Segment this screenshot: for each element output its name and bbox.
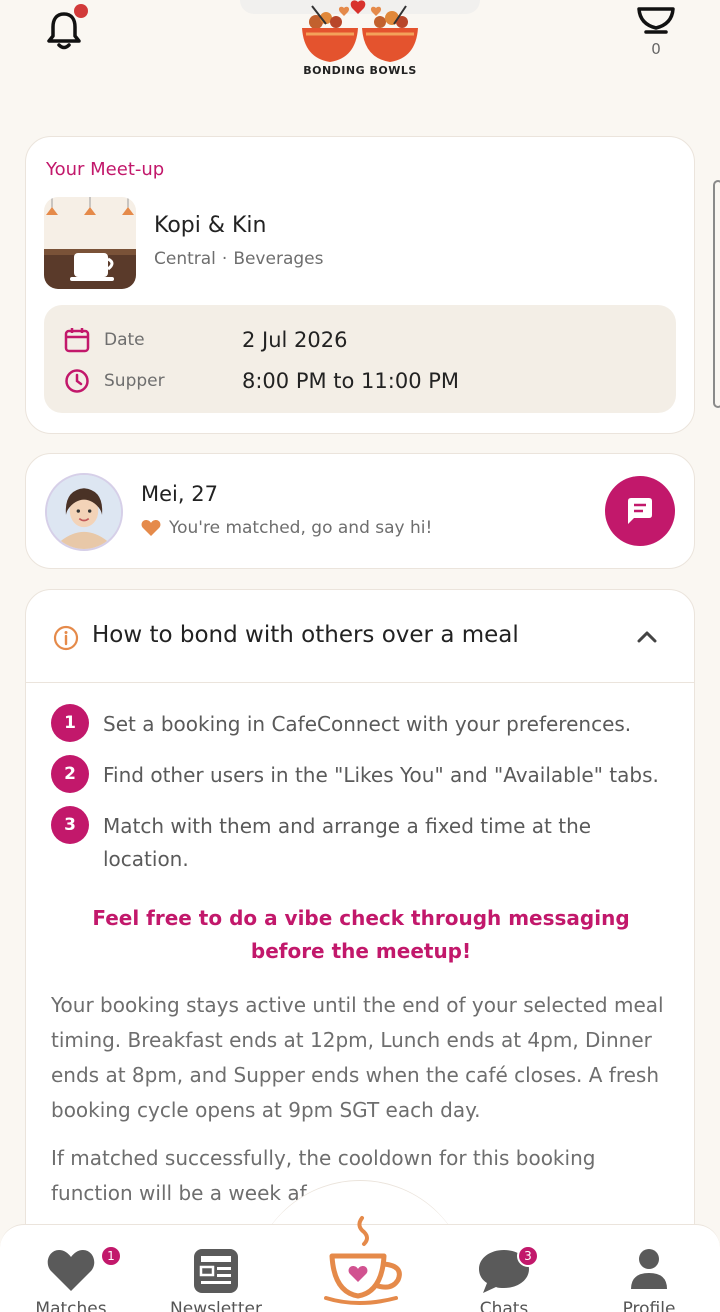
profile-icon [631,1249,667,1289]
nav-newsletter[interactable]: Newsletter [161,1225,271,1312]
app-header: BONDING BOWLS 0 [0,0,720,110]
cafe-meta: Central · Beverages [154,249,323,269]
cafe-image[interactable] [44,197,136,289]
step-number: 1 [51,704,89,742]
step-text: Set a booking in CafeConnect with your p… [103,712,632,736]
date-label: Date [104,330,145,350]
chats-badge: 3 [517,1245,539,1267]
calendar-icon [64,328,90,353]
chevron-up-icon[interactable] [636,628,658,644]
nav-profile-label: Profile [622,1299,676,1312]
meetup-card: Your Meet-up Kopi & Kin Central · Beverage… [25,136,695,434]
heart-icon [141,520,161,536]
match-status-text: You're matched, go and say hi! [169,518,433,538]
nav-matches[interactable]: 1 Matches [16,1225,126,1312]
howto-header[interactable]: How to bond with others over a meal [26,590,694,683]
step-number: 2 [51,755,89,793]
nav-matches-label: Matches [35,1299,107,1312]
cafe-region: Central [154,249,216,269]
booking-info-paragraph: Your booking stays active until the end … [51,993,664,1122]
meetup-heading: Your Meet-up [46,159,165,180]
time-value: 8:00 PM to 11:00 PM [242,369,460,393]
chat-button[interactable] [605,476,675,546]
bowl-count: 0 [651,40,661,58]
nav-chats[interactable]: 3 Chats [449,1225,559,1312]
step-text: Find other users in the "Likes You" and … [103,763,659,787]
cafe-name: Kopi & Kin [154,213,267,238]
clock-icon [65,369,89,393]
heart-icon [47,1250,95,1291]
nav-newsletter-label: Newsletter [170,1299,262,1312]
matches-badge: 1 [100,1245,122,1267]
vibe-check-note: Feel free to do a vibe check through mes… [92,906,630,963]
howto-title: How to bond with others over a meal [92,622,519,648]
meetup-details: Date 2 Jul 2026 Supper 8:00 PM to 11:00 … [44,305,676,413]
logo-text: BONDING BOWLS [303,64,417,77]
match-avatar[interactable] [45,473,123,551]
time-row: Supper 8:00 PM to 11:00 PM [64,366,459,396]
date-row: Date 2 Jul 2026 [64,325,348,355]
meal-label: Supper [104,371,165,391]
scrollbar[interactable] [713,180,720,408]
bowl-icon[interactable] [636,4,676,34]
date-value: 2 Jul 2026 [242,328,348,352]
coffee-cup-icon[interactable] [318,1212,408,1308]
step-text: Match with them and arrange a fixed time… [103,814,592,871]
meta-separator: · [221,249,228,269]
step-number: 3 [51,806,89,844]
match-name: Mei, 27 [141,482,218,506]
nav-chats-label: Chats [479,1299,529,1312]
match-card[interactable]: Mei, 27 You're matched, go and say hi! [25,453,695,569]
chat-icon [628,498,652,524]
info-icon [53,625,79,651]
cafe-category: Beverages [233,249,324,269]
match-status: You're matched, go and say hi! [141,518,432,538]
nav-profile[interactable]: Profile [594,1225,704,1312]
notification-dot [74,4,88,18]
newsletter-icon [194,1249,238,1293]
